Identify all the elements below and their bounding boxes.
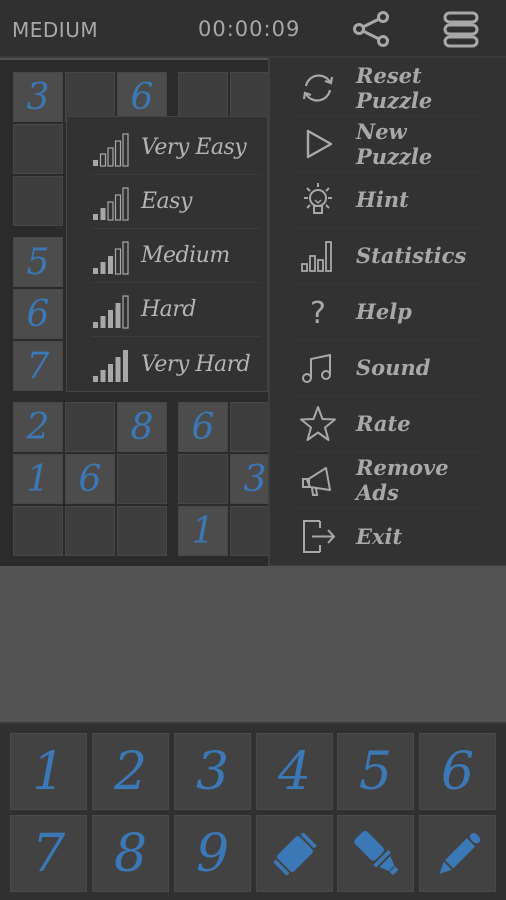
difficulty-option[interactable]: Easy (91, 175, 261, 229)
menu-item-help[interactable]: ? Help (298, 284, 480, 340)
menu-item-statistics[interactable]: Statistics (298, 228, 480, 284)
board-cell[interactable] (117, 454, 167, 504)
highlighter-button[interactable] (337, 815, 414, 892)
menu-item-label: Sound (356, 355, 431, 380)
difficulty-dropdown: Very Easy Easy Medium Hard Very Hard (66, 116, 268, 392)
number-pad: 123456 789 (0, 722, 506, 900)
board-cell[interactable] (65, 72, 115, 122)
header-bar: MEDIUM 00:00:09 (0, 0, 506, 58)
difficulty-option-label: Medium (141, 243, 230, 268)
menu-item-rate[interactable]: Rate (298, 396, 480, 452)
board-cell[interactable]: 1 (178, 506, 228, 556)
digit-button[interactable]: 3 (174, 733, 251, 810)
board-cell[interactable] (13, 506, 63, 556)
star-icon (300, 405, 336, 441)
difficulty-option[interactable]: Very Easy (91, 121, 261, 175)
main-menu: Reset Puzzle New Puzzle Hint Statistics? Hel… (268, 58, 506, 566)
question-icon: ? (310, 296, 326, 331)
board-cell[interactable]: 1 (13, 454, 63, 504)
board-cell[interactable] (178, 454, 228, 504)
highlighter-icon (353, 830, 399, 875)
menu-item-exit[interactable]: Exit (298, 508, 480, 564)
digit-button[interactable]: 8 (92, 815, 169, 892)
menu-item-new-puzzle[interactable]: New Puzzle (298, 116, 480, 172)
menu-item-hint[interactable]: Hint (298, 172, 480, 228)
pencil-button[interactable] (419, 815, 496, 892)
share-button[interactable] (350, 8, 392, 50)
menu-item-remove-ads[interactable]: Remove Ads (298, 452, 480, 508)
difficulty-option-label: Very Easy (141, 135, 247, 160)
lightbulb-icon (304, 182, 332, 214)
menu-item-label: Remove Ads (356, 454, 449, 505)
menu-item-label: Reset Puzzle (356, 62, 433, 113)
signal-bars-icon (93, 294, 129, 329)
digit-button[interactable]: 7 (10, 815, 87, 892)
menu-item-label: Statistics (356, 243, 467, 268)
board-cell[interactable]: 6 (65, 454, 115, 504)
board-cell[interactable] (65, 506, 115, 556)
board-cell[interactable]: 6 (117, 72, 167, 122)
board-cell[interactable]: 8 (117, 402, 167, 452)
menu-item-label: Help (356, 299, 412, 324)
menu-button[interactable] (440, 9, 482, 49)
eraser-button[interactable] (256, 815, 333, 892)
difficulty-option-label: Very Hard (141, 351, 251, 377)
menu-item-label: New Puzzle (356, 118, 433, 169)
digit-button[interactable]: 1 (10, 733, 87, 810)
board-cell[interactable]: 6 (178, 402, 228, 452)
eraser-icon (273, 832, 316, 875)
difficulty-option[interactable]: Hard (91, 283, 261, 337)
menu-item-label: Hint (356, 187, 409, 212)
signal-bars-icon (93, 186, 129, 221)
svg-text:?: ? (310, 296, 326, 331)
sudoku-app: MEDIUM 00:00:09 365672861631 Very Easy Ea… (0, 0, 506, 900)
music-note-icon (302, 353, 331, 383)
menu-item-label: Exit (356, 523, 403, 549)
difficulty-option[interactable]: Medium (91, 229, 261, 283)
digit-button[interactable]: 5 (337, 733, 414, 810)
difficulty-title[interactable]: MEDIUM (12, 18, 98, 42)
digit-button[interactable]: 2 (92, 733, 169, 810)
share-icon (353, 11, 389, 47)
menu-item-sound[interactable]: Sound (298, 340, 480, 396)
bar-chart-icon (301, 240, 332, 272)
board-cell[interactable] (178, 72, 228, 122)
signal-bars-icon (93, 240, 129, 275)
digit-button[interactable]: 4 (256, 733, 333, 810)
megaphone-icon (302, 466, 331, 496)
difficulty-option-label: Hard (141, 297, 196, 322)
board-cell[interactable] (65, 402, 115, 452)
game-timer: 00:00:09 (198, 17, 301, 41)
play-icon (306, 129, 333, 158)
board-cell[interactable]: 5 (13, 237, 63, 287)
refresh-icon (302, 73, 334, 102)
board-cell[interactable] (13, 124, 63, 174)
digit-button[interactable]: 6 (419, 733, 496, 810)
digit-button[interactable]: 9 (174, 815, 251, 892)
signal-bars-icon (93, 132, 129, 167)
board-cell[interactable]: 3 (13, 72, 63, 122)
board-cell[interactable] (117, 506, 167, 556)
menu-item-reset-puzzle[interactable]: Reset Puzzle (298, 60, 480, 116)
board-cell[interactable] (13, 176, 63, 226)
board-cell[interactable]: 7 (13, 341, 63, 391)
pencil-icon (439, 832, 480, 874)
difficulty-option-label: Easy (141, 189, 192, 214)
menu-icon (443, 11, 479, 48)
board-cell[interactable]: 2 (13, 402, 63, 452)
signal-bars-icon (93, 350, 128, 382)
exit-icon (303, 520, 336, 553)
board-cell[interactable]: 6 (13, 289, 63, 339)
difficulty-option[interactable]: Very Hard (91, 337, 261, 391)
menu-item-label: Rate (356, 411, 411, 436)
